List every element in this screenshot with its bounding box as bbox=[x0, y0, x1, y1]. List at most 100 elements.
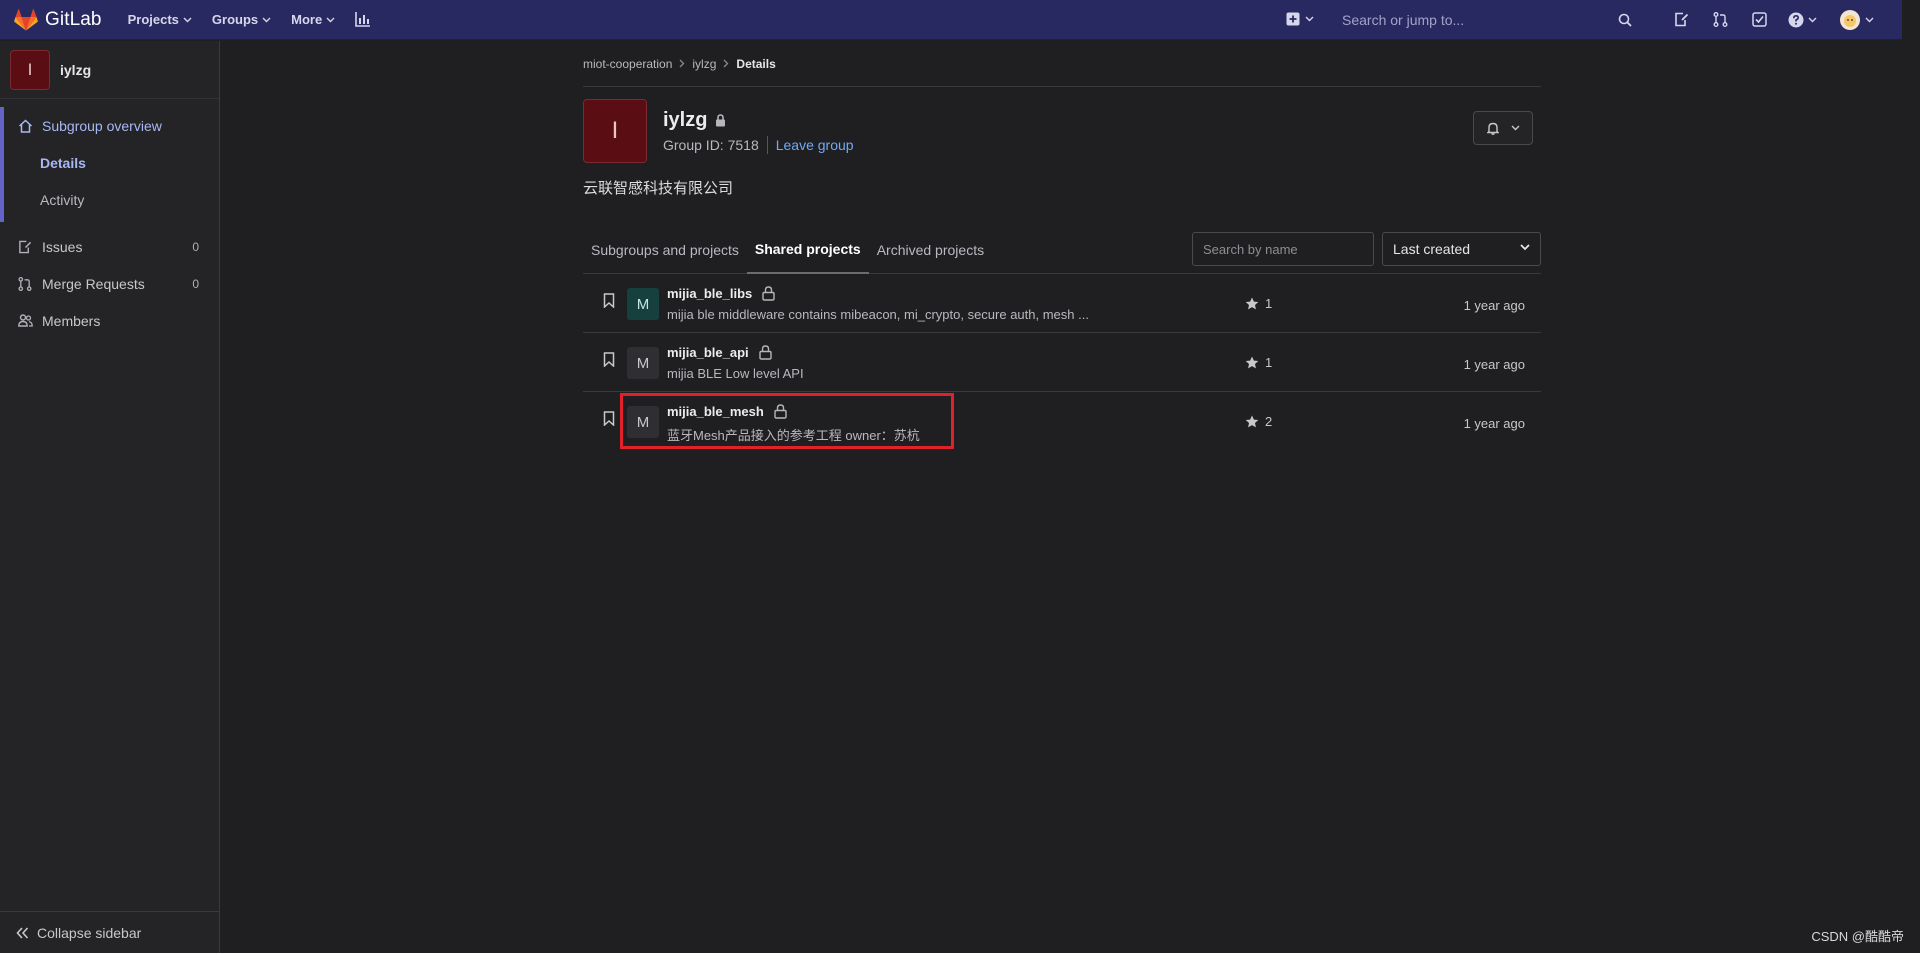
project-avatar: M bbox=[627, 288, 659, 320]
project-description: mijia BLE Low level API bbox=[667, 366, 804, 381]
gitlab-home-link[interactable]: GitLab bbox=[14, 9, 102, 31]
merge-requests-shortcut-button[interactable] bbox=[1713, 12, 1728, 27]
bell-icon bbox=[1486, 122, 1499, 135]
project-description: mijia ble middleware contains mibeacon, … bbox=[667, 307, 1089, 322]
filter-by-name-input[interactable]: Search by name bbox=[1192, 232, 1374, 266]
chevron-down-icon bbox=[1305, 16, 1314, 22]
project-row[interactable]: M mijia_ble_libs mijia ble middleware co… bbox=[583, 274, 1541, 333]
nav-more-label: More bbox=[291, 12, 323, 27]
sidebar-subitem-details[interactable]: Details bbox=[4, 144, 219, 181]
star-icon bbox=[1245, 415, 1259, 428]
project-name: mijia_ble_api bbox=[667, 345, 749, 360]
collapse-sidebar-button[interactable]: Collapse sidebar bbox=[0, 911, 219, 953]
sidebar-item-subgroup-overview[interactable]: Subgroup overview bbox=[4, 107, 219, 144]
sidebar-section-overview: Subgroup overview Details Activity bbox=[0, 107, 219, 222]
project-row[interactable]: M mijia_ble_mesh 蓝牙Mesh产品接入的参考工程 owner：苏… bbox=[583, 392, 1541, 451]
sidebar-item-label: Members bbox=[42, 312, 101, 329]
project-star-count: 2 bbox=[1245, 414, 1272, 429]
lock-icon bbox=[758, 345, 772, 360]
group-id: Group ID: 7518 bbox=[663, 136, 759, 153]
project-star-count: 1 bbox=[1245, 296, 1272, 311]
global-search-placeholder: Search or jump to... bbox=[1342, 12, 1465, 28]
lock-icon bbox=[715, 113, 726, 127]
project-avatar: M bbox=[627, 347, 659, 379]
search-icon bbox=[1618, 13, 1632, 27]
tab-archived-projects[interactable]: Archived projects bbox=[869, 226, 992, 274]
issues-shortcut-button[interactable] bbox=[1674, 12, 1689, 27]
sidebar-item-members[interactable]: Members bbox=[0, 302, 219, 339]
sidebar-item-label: Merge Requests bbox=[42, 275, 145, 292]
group-header: I iylzg Group ID: 7518 Leave group bbox=[583, 87, 1541, 175]
sidebar-item-merge-requests[interactable]: Merge Requests 0 bbox=[0, 265, 219, 302]
issues-icon bbox=[16, 240, 34, 254]
help-icon bbox=[1788, 12, 1804, 28]
top-navbar: GitLab Projects Groups More Search or ju… bbox=[0, 0, 1902, 40]
chevron-right-icon bbox=[723, 59, 729, 68]
bookmark-icon[interactable] bbox=[603, 352, 615, 367]
project-avatar: M bbox=[627, 406, 659, 438]
project-row[interactable]: M mijia_ble_api mijia BLE Low level API … bbox=[583, 333, 1541, 392]
project-name: mijia_ble_mesh bbox=[667, 404, 764, 419]
project-list: M mijia_ble_libs mijia ble middleware co… bbox=[583, 274, 1541, 451]
users-icon bbox=[16, 314, 34, 327]
breadcrumb-item-miot-cooperation[interactable]: miot-cooperation bbox=[583, 57, 672, 71]
sidebar-context-title: iylzg bbox=[60, 61, 92, 78]
chevron-down-icon bbox=[326, 17, 335, 23]
nav-projects-label: Projects bbox=[127, 12, 179, 27]
chevron-down-icon bbox=[1808, 17, 1817, 23]
lock-icon bbox=[774, 404, 787, 419]
breadcrumb-item-iylzg[interactable]: iylzg bbox=[692, 57, 716, 71]
group-meta: Group ID: 7518 Leave group bbox=[663, 135, 854, 154]
collapse-sidebar-label: Collapse sidebar bbox=[37, 924, 142, 941]
project-description: 蓝牙Mesh产品接入的参考工程 owner：苏杭 bbox=[667, 428, 920, 443]
meta-divider bbox=[766, 135, 768, 154]
star-count: 1 bbox=[1265, 355, 1273, 370]
chevron-down-icon bbox=[183, 17, 192, 23]
star-count: 1 bbox=[1265, 296, 1273, 311]
filter-placeholder: Search by name bbox=[1203, 241, 1298, 257]
project-updated-time: 1 year ago bbox=[1463, 298, 1525, 313]
nav-more-dropdown[interactable]: More bbox=[291, 12, 335, 27]
todos-shortcut-button[interactable] bbox=[1752, 12, 1767, 27]
activity-chart-button[interactable] bbox=[355, 12, 371, 27]
group-description: 云联智感科技有限公司 bbox=[583, 180, 734, 197]
nav-groups-dropdown[interactable]: Groups bbox=[212, 12, 271, 27]
sidebar-item-label: Issues bbox=[42, 238, 83, 255]
user-menu-dropdown[interactable] bbox=[1840, 10, 1874, 30]
group-avatar: I bbox=[10, 49, 50, 90]
bookmark-icon[interactable] bbox=[603, 411, 615, 426]
sidebar-context-header[interactable]: I iylzg bbox=[0, 41, 219, 99]
sidebar-item-issues[interactable]: Issues 0 bbox=[0, 228, 219, 265]
project-name: mijia_ble_libs bbox=[667, 286, 753, 301]
sidebar-subitem-activity[interactable]: Activity bbox=[4, 181, 219, 218]
star-icon bbox=[1245, 297, 1259, 310]
project-star-count: 1 bbox=[1245, 355, 1272, 370]
double-chevron-left-icon bbox=[16, 926, 29, 939]
bar-chart-icon bbox=[355, 12, 371, 27]
global-search-input[interactable]: Search or jump to... bbox=[1332, 6, 1642, 34]
project-name-link[interactable]: mijia_ble_libs bbox=[667, 286, 775, 301]
sort-dropdown[interactable]: Last created bbox=[1382, 232, 1541, 266]
issues-icon bbox=[1674, 12, 1689, 27]
group-avatar-large: I bbox=[583, 99, 647, 163]
group-name: iylzg bbox=[663, 108, 708, 131]
project-name-link[interactable]: mijia_ble_api bbox=[667, 345, 772, 360]
group-tabs-bar: Subgroups and projects Shared projects A… bbox=[583, 226, 1541, 274]
watermark-text: CSDN @酷酷帝 bbox=[1811, 929, 1904, 944]
notification-settings-dropdown[interactable] bbox=[1473, 111, 1533, 145]
sidebar: I iylzg Subgroup overview Details Activi… bbox=[0, 41, 220, 953]
chevron-down-icon bbox=[1865, 17, 1874, 23]
project-name-link[interactable]: mijia_ble_mesh bbox=[667, 404, 787, 419]
user-avatar-icon bbox=[1840, 10, 1860, 30]
tab-subgroups-and-projects[interactable]: Subgroups and projects bbox=[583, 226, 747, 274]
help-dropdown[interactable] bbox=[1788, 12, 1817, 28]
nav-projects-dropdown[interactable]: Projects bbox=[128, 12, 192, 27]
sidebar-item-label: Subgroup overview bbox=[42, 117, 162, 134]
sidebar-subitem-label: Activity bbox=[40, 191, 85, 208]
breadcrumb-item-details[interactable]: Details bbox=[736, 57, 775, 71]
chevron-down-icon bbox=[1511, 125, 1520, 131]
new-item-dropdown[interactable] bbox=[1286, 12, 1314, 26]
bookmark-icon[interactable] bbox=[603, 293, 615, 308]
tab-shared-projects[interactable]: Shared projects bbox=[746, 226, 869, 274]
leave-group-link[interactable]: Leave group bbox=[776, 137, 854, 153]
